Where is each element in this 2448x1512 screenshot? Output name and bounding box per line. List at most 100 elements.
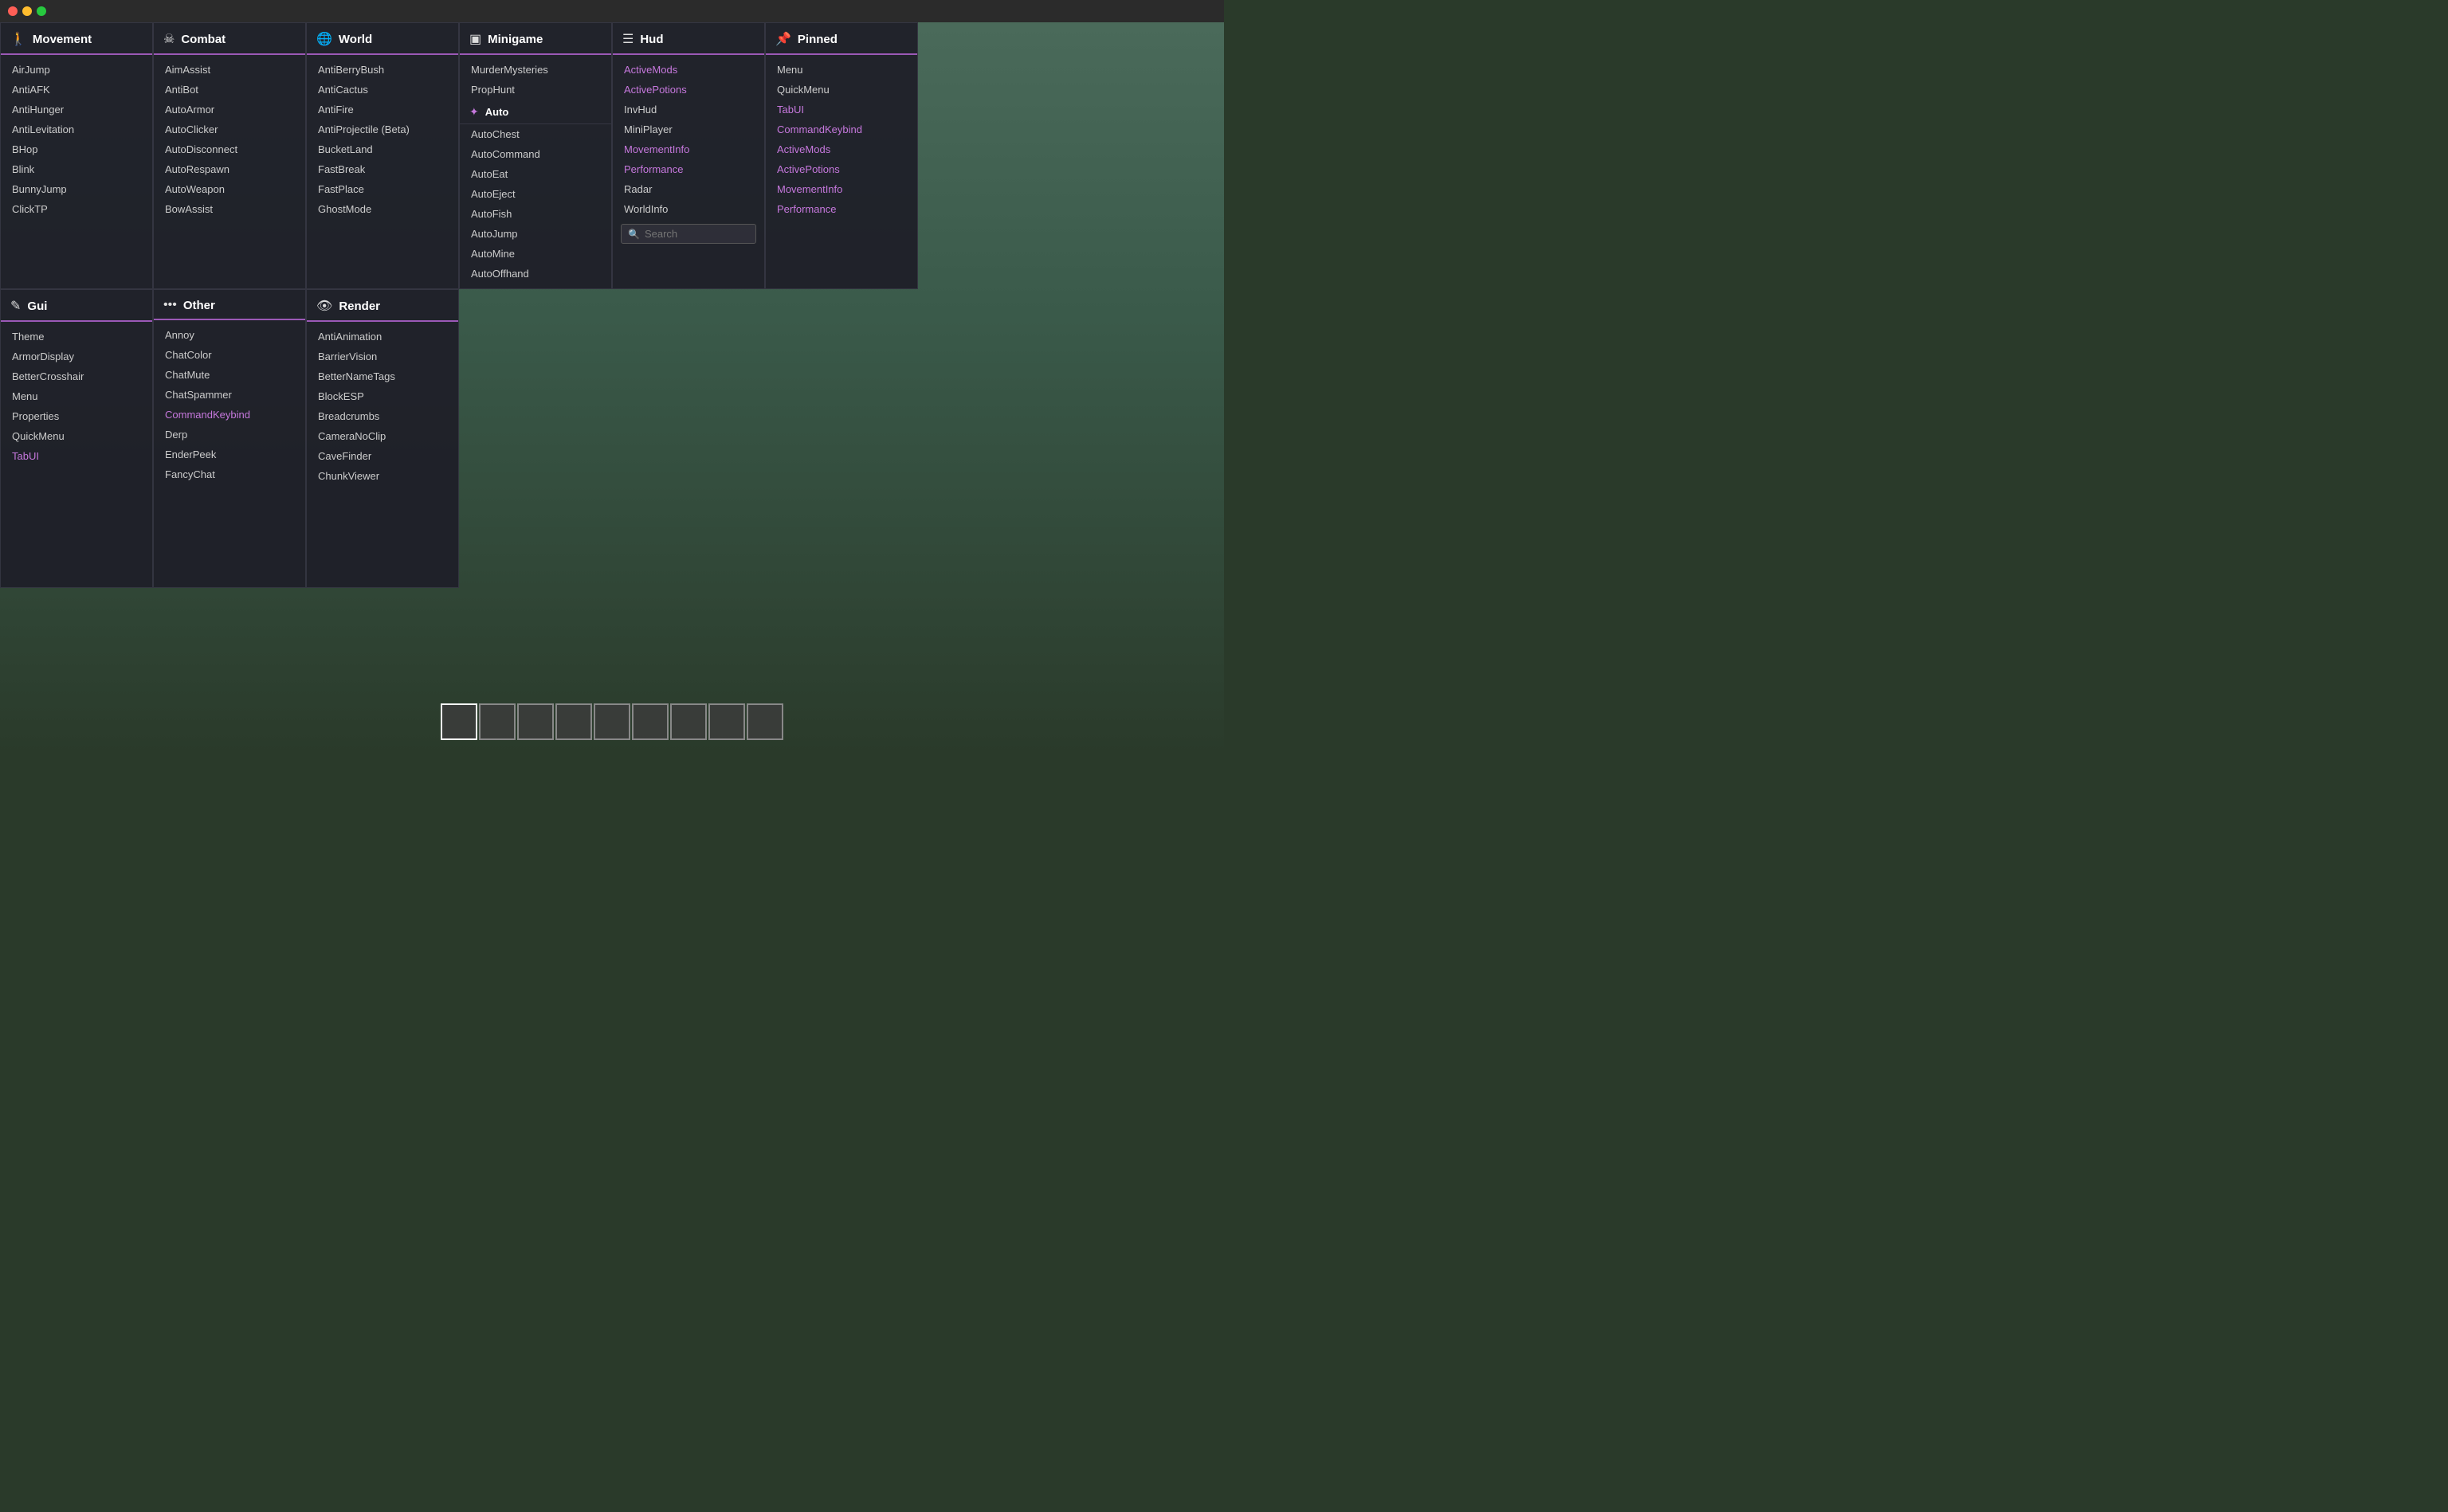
- search-input[interactable]: [645, 228, 749, 240]
- list-item[interactable]: ClickTP: [1, 199, 152, 219]
- list-item[interactable]: ActivePotions: [766, 159, 917, 179]
- list-item[interactable]: CaveFinder: [307, 446, 458, 466]
- list-item[interactable]: BetterCrosshair: [1, 366, 152, 386]
- hotbar: [441, 703, 783, 740]
- list-item[interactable]: BunnyJump: [1, 179, 152, 199]
- list-item[interactable]: FastPlace: [307, 179, 458, 199]
- list-item[interactable]: Theme: [1, 327, 152, 347]
- list-item[interactable]: ActiveMods: [766, 139, 917, 159]
- panel-items-hud: ActiveModsActivePotionsInvHudMiniPlayerM…: [613, 55, 764, 253]
- list-item[interactable]: ActivePotions: [613, 80, 764, 100]
- list-item[interactable]: FastBreak: [307, 159, 458, 179]
- list-item[interactable]: Menu: [1, 386, 152, 406]
- list-item[interactable]: AutoJump: [460, 224, 611, 244]
- list-item[interactable]: TabUI: [1, 446, 152, 466]
- list-item[interactable]: AutoRespawn: [154, 159, 305, 179]
- panel-world: 🌐 WorldAntiBerryBushAntiCactusAntiFireAn…: [306, 22, 459, 289]
- list-item[interactable]: MovementInfo: [766, 179, 917, 199]
- list-item[interactable]: AutoMine: [460, 244, 611, 264]
- list-item[interactable]: EnderPeek: [154, 445, 305, 464]
- list-item[interactable]: ActiveMods: [613, 60, 764, 80]
- panel-items-world: AntiBerryBushAntiCactusAntiFireAntiProje…: [307, 55, 458, 224]
- panels-row-2: ✎ GuiThemeArmorDisplayBetterCrosshairMen…: [0, 289, 459, 684]
- list-item[interactable]: Blink: [1, 159, 152, 179]
- list-item[interactable]: InvHud: [613, 100, 764, 119]
- list-item[interactable]: CommandKeybind: [154, 405, 305, 425]
- list-item[interactable]: Performance: [613, 159, 764, 179]
- combat-icon: ☠: [163, 31, 175, 47]
- list-item[interactable]: AutoEat: [460, 164, 611, 184]
- list-item[interactable]: ChunkViewer: [307, 466, 458, 486]
- list-item[interactable]: CommandKeybind: [766, 119, 917, 139]
- list-item[interactable]: AutoEject: [460, 184, 611, 204]
- list-item[interactable]: CameraNoClip: [307, 426, 458, 446]
- hotbar-slot-1[interactable]: [479, 703, 516, 740]
- list-item[interactable]: Annoy: [154, 325, 305, 345]
- list-item[interactable]: WorldInfo: [613, 199, 764, 219]
- panel-movement: 🚶 Movement AirJumpAntiAFKAntiHungerAntiLe…: [0, 22, 153, 289]
- list-item[interactable]: MiniPlayer: [613, 119, 764, 139]
- list-item[interactable]: Performance: [766, 199, 917, 219]
- list-item[interactable]: ArmorDisplay: [1, 347, 152, 366]
- list-item[interactable]: AntiAnimation: [307, 327, 458, 347]
- list-item[interactable]: AntiAFK: [1, 80, 152, 100]
- list-item[interactable]: AntiFire: [307, 100, 458, 119]
- list-item[interactable]: AutoOffhand: [460, 264, 611, 284]
- list-item[interactable]: PropHunt: [460, 80, 611, 100]
- render-title: Render: [339, 300, 380, 313]
- render-icon: 👁: [316, 298, 332, 314]
- list-item[interactable]: BarrierVision: [307, 347, 458, 366]
- list-item[interactable]: ChatColor: [154, 345, 305, 365]
- minimize-button[interactable]: [22, 6, 32, 16]
- list-item[interactable]: AutoDisconnect: [154, 139, 305, 159]
- list-item[interactable]: AimAssist: [154, 60, 305, 80]
- list-item[interactable]: MurderMysteries: [460, 60, 611, 80]
- list-item[interactable]: FancyChat: [154, 464, 305, 484]
- list-item[interactable]: MovementInfo: [613, 139, 764, 159]
- list-item[interactable]: Menu: [766, 60, 917, 80]
- list-item[interactable]: QuickMenu: [766, 80, 917, 100]
- list-item[interactable]: Properties: [1, 406, 152, 426]
- list-item[interactable]: Radar: [613, 179, 764, 199]
- list-item[interactable]: AutoCommand: [460, 144, 611, 164]
- list-item[interactable]: GhostMode: [307, 199, 458, 219]
- list-item[interactable]: ChatMute: [154, 365, 305, 385]
- panel-hud: ☰ HudActiveModsActivePotionsInvHudMiniPl…: [612, 22, 765, 289]
- list-item[interactable]: Derp: [154, 425, 305, 445]
- list-item[interactable]: BowAssist: [154, 199, 305, 219]
- list-item[interactable]: AntiBot: [154, 80, 305, 100]
- list-item[interactable]: AutoChest: [460, 124, 611, 144]
- list-item[interactable]: AntiHunger: [1, 100, 152, 119]
- list-item[interactable]: AntiBerryBush: [307, 60, 458, 80]
- list-item[interactable]: BetterNameTags: [307, 366, 458, 386]
- list-item[interactable]: AutoClicker: [154, 119, 305, 139]
- hotbar-slot-7[interactable]: [708, 703, 745, 740]
- list-item[interactable]: AutoWeapon: [154, 179, 305, 199]
- hotbar-slot-8[interactable]: [747, 703, 783, 740]
- list-item[interactable]: AirJump: [1, 60, 152, 80]
- gui-title: Gui: [27, 300, 47, 313]
- hotbar-slot-3[interactable]: [555, 703, 592, 740]
- list-item[interactable]: BucketLand: [307, 139, 458, 159]
- list-item[interactable]: BHop: [1, 139, 152, 159]
- maximize-button[interactable]: [37, 6, 46, 16]
- list-item[interactable]: AntiCactus: [307, 80, 458, 100]
- list-item[interactable]: QuickMenu: [1, 426, 152, 446]
- panel-header-render: 👁 Render: [307, 290, 458, 322]
- close-button[interactable]: [8, 6, 18, 16]
- panel-header-movement: 🚶 Movement: [1, 23, 152, 55]
- list-item[interactable]: AntiProjectile (Beta): [307, 119, 458, 139]
- list-item[interactable]: AutoFish: [460, 204, 611, 224]
- list-item[interactable]: Breadcrumbs: [307, 406, 458, 426]
- list-item[interactable]: BlockESP: [307, 386, 458, 406]
- list-item[interactable]: AntiLevitation: [1, 119, 152, 139]
- hotbar-slot-4[interactable]: [594, 703, 630, 740]
- list-item[interactable]: ChatSpammer: [154, 385, 305, 405]
- panel-minigame: ▣ MinigameMurderMysteriesPropHunt✦ AutoA…: [459, 22, 612, 289]
- hotbar-slot-6[interactable]: [670, 703, 707, 740]
- hotbar-slot-2[interactable]: [517, 703, 554, 740]
- hotbar-slot-5[interactable]: [632, 703, 669, 740]
- list-item[interactable]: AutoArmor: [154, 100, 305, 119]
- hotbar-slot-0[interactable]: [441, 703, 477, 740]
- list-item[interactable]: TabUI: [766, 100, 917, 119]
